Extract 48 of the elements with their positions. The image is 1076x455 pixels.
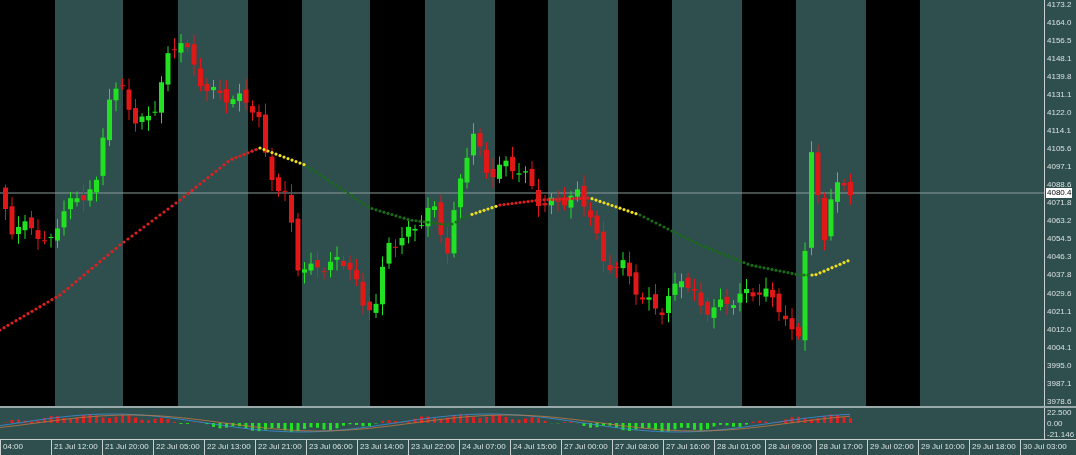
price-axis-label: 4037.8 (1047, 270, 1073, 280)
indicator-axis-label: -21.146 (1047, 430, 1076, 439)
price-axis-label: 4097.1 (1047, 162, 1073, 172)
price-axis-label: 4004.1 (1047, 342, 1073, 352)
time-axis-label: 27 Jul 00:00 (561, 440, 612, 455)
time-axis-label: 29 Jul 18:00 (969, 440, 1020, 455)
time-axis-label: 28 Jul 17:00 (816, 440, 867, 455)
price-axis-label: 4105.6 (1047, 144, 1073, 154)
price-axis-label: 4088.6 (1047, 180, 1073, 190)
time-axis-label: 21 Jul 20:00 (102, 440, 153, 455)
time-axis-label: 22 Jul 05:00 (153, 440, 204, 455)
price-axis-label: 3987.1 (1047, 378, 1073, 388)
time-axis-label: 24 Jul 07:00 (459, 440, 510, 455)
price-axis-label: 4054.5 (1047, 234, 1073, 244)
time-axis-label: 22 Jul 13:00 (204, 440, 255, 455)
time-axis-label: 28 Jul 01:00 (714, 440, 765, 455)
price-axis-label: 4046.3 (1047, 252, 1073, 262)
current-price-label: 4080.4 (1046, 188, 1073, 198)
price-axis-label: 4029.6 (1047, 288, 1073, 298)
time-axis-label: 24 Jul 15:00 (510, 440, 561, 455)
time-axis-label: 23 Jul 06:00 (306, 440, 357, 455)
price-axis-label: 4156.5 (1047, 36, 1073, 46)
price-axis-label: 4164.0 (1047, 18, 1073, 28)
time-axis-label: 27 Jul 16:00 (663, 440, 714, 455)
time-axis-label: 29 Jul 10:00 (918, 440, 969, 455)
price-axis-label: 4139.8 (1047, 72, 1073, 82)
price-axis-label: 4122.0 (1047, 108, 1073, 118)
time-axis-label: 23 Jul 22:00 (408, 440, 459, 455)
time-axis-label: 22 Jul 21:00 (255, 440, 306, 455)
time-axis-label: 21 Jul 12:00 (51, 440, 102, 455)
time-axis-label: 28 Jul 09:00 (765, 440, 816, 455)
price-axis-label: 4021.1 (1047, 306, 1073, 316)
price-axis-label: 3995.0 (1047, 360, 1073, 370)
time-axis-label: 04:00 (0, 440, 51, 455)
price-axis-label: 3978.6 (1047, 396, 1073, 406)
price-axis-label: 4114.1 (1047, 126, 1072, 136)
price-axis-label: 4012.0 (1047, 324, 1073, 334)
time-axis-label: 23 Jul 14:00 (357, 440, 408, 455)
price-axis-label: 4071.8 (1047, 198, 1073, 208)
time-axis-label: 29 Jul 02:00 (867, 440, 918, 455)
price-axis-label: 4148.1 (1047, 54, 1073, 64)
price-axis-label: 4131.1 (1047, 90, 1073, 100)
indicator-axis-label: 22.500 (1047, 408, 1073, 417)
price-axis-label: 4063.2 (1047, 216, 1073, 226)
time-axis-label: 30 Jul 03:00 (1020, 440, 1071, 455)
time-axis-label: 27 Jul 08:00 (612, 440, 663, 455)
price-axis-label: 4173.2 (1047, 0, 1073, 9)
indicator-axis-label: 0.00 (1047, 419, 1064, 428)
